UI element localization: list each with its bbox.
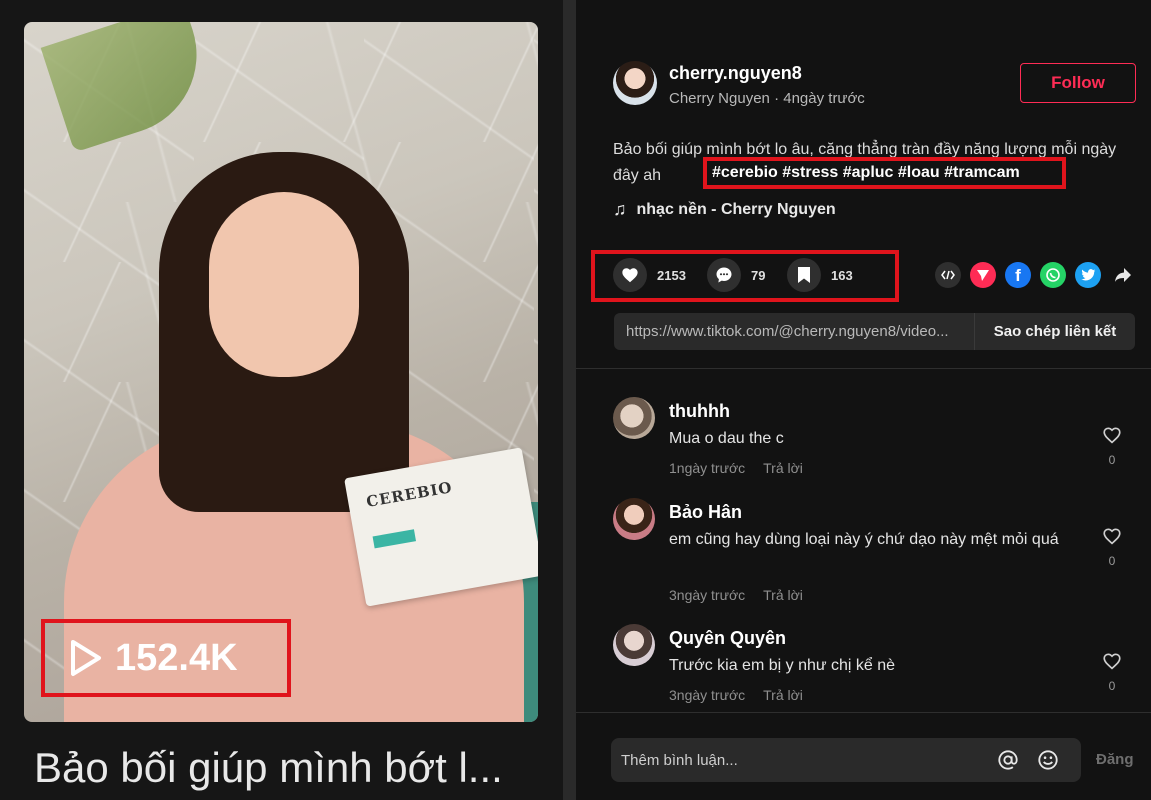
facebook-icon[interactable]: f	[1005, 262, 1031, 288]
post-comment-button[interactable]: Đăng	[1096, 751, 1134, 768]
view-count: 152.4K	[115, 636, 238, 679]
reply-button[interactable]: Trả lời	[763, 460, 803, 476]
play-icon	[71, 640, 101, 676]
author-username[interactable]: cherry.nguyen8	[669, 63, 802, 84]
comment-time: 3ngày trước	[669, 687, 746, 703]
emoji-icon[interactable]	[1037, 749, 1059, 771]
commenter-avatar[interactable]	[613, 624, 655, 666]
pane-divider	[563, 0, 576, 800]
author-display-name: Cherry Nguyen	[669, 90, 770, 107]
comment-action[interactable]: 79	[707, 258, 765, 292]
twitter-icon[interactable]	[1075, 262, 1101, 288]
video-caption-title: Bảo bối giúp mình bớt l...	[34, 744, 503, 791]
product-stripe	[372, 529, 417, 549]
video-player[interactable]: CEREBIO	[24, 22, 538, 722]
commenter-avatar[interactable]	[613, 397, 655, 439]
video-person-face	[209, 192, 359, 377]
save-action[interactable]: 163	[787, 258, 853, 292]
reply-button[interactable]: Trả lời	[763, 687, 803, 703]
heart-outline-icon[interactable]	[1102, 426, 1122, 444]
comment-time: 3ngày trước	[669, 587, 746, 603]
share-arrow-icon[interactable]	[1110, 262, 1136, 288]
like-count: 2153	[657, 267, 686, 283]
commenter-name[interactable]: Bảo Hân	[669, 502, 742, 523]
view-count-highlight: 152.4K	[41, 619, 291, 697]
comment-meta: 3ngày trước Trả lời	[669, 587, 803, 603]
reply-button[interactable]: Trả lời	[763, 587, 803, 603]
video-url[interactable]: https://www.tiktok.com/@cherry.nguyen8/v…	[614, 323, 974, 340]
tiktok-video-page: CEREBIO 152.4K Bảo bối giúp mình bớt l..…	[0, 0, 1151, 800]
dot-separator: ·	[774, 90, 784, 107]
comment-composer: Đăng	[576, 712, 1151, 800]
commenter-name[interactable]: thuhhh	[669, 401, 730, 422]
save-count: 163	[831, 267, 853, 283]
hashtags-highlight[interactable]: #cerebio #stress #apluc #loau #tramcam	[703, 157, 1066, 189]
hashtag-list[interactable]: #cerebio #stress #apluc #loau #tramcam	[712, 164, 1020, 181]
heart-outline-icon[interactable]	[1102, 652, 1122, 670]
comment-like[interactable]: 0	[1100, 527, 1124, 568]
comment-meta: 1ngày trước Trả lời	[669, 460, 803, 476]
heart-icon[interactable]	[613, 258, 647, 292]
copy-link-button[interactable]: Sao chép liên kết	[974, 313, 1135, 350]
comment-count: 79	[751, 267, 766, 283]
comment-bubble-icon[interactable]	[707, 258, 741, 292]
comment-input-box	[611, 738, 1081, 782]
comment-input[interactable]	[621, 738, 991, 782]
author-subline: Cherry Nguyen · 4ngày trước	[669, 90, 865, 107]
comment-like-count: 0	[1108, 679, 1116, 693]
whatsapp-icon[interactable]	[1040, 262, 1066, 288]
heart-outline-icon[interactable]	[1102, 527, 1122, 545]
commenter-name[interactable]: Quyên Quyên	[669, 628, 786, 649]
post-time: 4ngày trước	[783, 90, 865, 107]
comment-time: 1ngày trước	[669, 460, 746, 476]
comment-meta: 3ngày trước Trả lời	[669, 687, 803, 703]
follow-button[interactable]: Follow	[1020, 63, 1136, 103]
commenter-avatar[interactable]	[613, 498, 655, 540]
music-link[interactable]: ♫ nhạc nền - Cherry Nguyen	[613, 199, 836, 220]
comment-like-count: 0	[1108, 554, 1116, 568]
embed-icon[interactable]	[935, 262, 961, 288]
comment-text: Trước kia em bị y như chị kể nè	[669, 657, 896, 674]
send-icon[interactable]	[970, 262, 996, 288]
music-note-icon: ♫	[613, 199, 627, 219]
comment-like-count: 0	[1108, 453, 1116, 467]
comment-text: em cũng hay dùng loại này ý chứ dạo này …	[669, 531, 1059, 548]
comment-like[interactable]: 0	[1100, 652, 1124, 693]
details-pane: cherry.nguyen8 Cherry Nguyen · 4ngày trư…	[576, 0, 1151, 800]
comments-divider	[576, 368, 1151, 369]
like-action[interactable]: 2153	[613, 258, 686, 292]
share-link-bar: https://www.tiktok.com/@cherry.nguyen8/v…	[614, 313, 1135, 350]
mention-icon[interactable]	[997, 749, 1019, 771]
author-avatar[interactable]	[613, 61, 657, 105]
comment-text: Mua o dau the c	[669, 430, 784, 447]
video-pane: CEREBIO 152.4K Bảo bối giúp mình bớt l..…	[0, 0, 563, 800]
product-label: CEREBIO	[364, 478, 454, 511]
comment-like[interactable]: 0	[1100, 426, 1124, 467]
bookmark-icon[interactable]	[787, 258, 821, 292]
music-title[interactable]: nhạc nền - Cherry Nguyen	[637, 201, 836, 219]
